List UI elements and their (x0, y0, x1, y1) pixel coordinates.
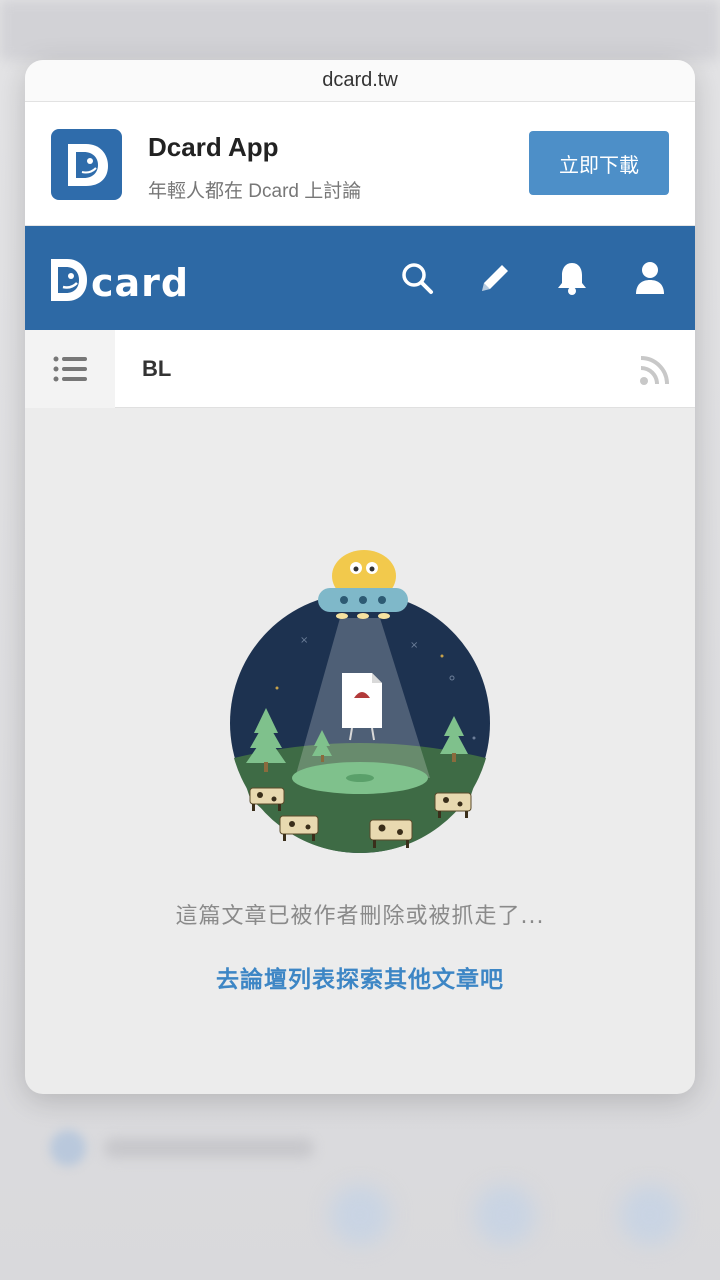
background-blur-blob (330, 1185, 390, 1245)
svg-text:×: × (300, 635, 308, 646)
background-blur-row (40, 1120, 340, 1170)
background-blur-blob (620, 1185, 680, 1245)
svg-text:×: × (410, 640, 418, 651)
app-title: Dcard App (148, 132, 279, 162)
dcard-app-icon (51, 129, 122, 200)
navbar: card (25, 226, 695, 330)
dcard-logo[interactable]: card (49, 253, 189, 303)
background-blur-dot (50, 1130, 86, 1166)
rss-icon[interactable] (639, 354, 671, 386)
content-area: × × 這篇文章已被作者刪除或被抓走了... 去論壇列表探索其他文章吧 (25, 408, 695, 1094)
app-subtitle: 年輕人都在 Dcard 上討論 (148, 181, 362, 202)
background-blur-blob (475, 1185, 535, 1245)
forum-name: BL (142, 356, 172, 381)
app-banner: Dcard App 年輕人都在 Dcard 上討論 立即下載 (25, 102, 695, 226)
ufo-abduction-illustration: × × (230, 550, 490, 854)
logo-text: card (91, 261, 190, 305)
list-menu-button[interactable] (25, 330, 115, 408)
forum-subbar: BL (25, 330, 695, 408)
pencil-icon[interactable] (475, 258, 515, 298)
deleted-message: 這篇文章已被作者刪除或被抓走了... (175, 904, 545, 929)
bell-icon[interactable] (552, 258, 592, 298)
link-preview-card[interactable]: dcard.tw Dcard App 年輕人都在 Dcard 上討論 立即下載 … (25, 60, 695, 1094)
download-button[interactable]: 立即下載 (529, 131, 669, 195)
background-blur-top (0, 0, 720, 60)
explore-forums-link[interactable]: 去論壇列表探索其他文章吧 (25, 960, 695, 994)
background-blur-bar (104, 1138, 314, 1158)
url-bar: dcard.tw (25, 60, 695, 102)
search-icon[interactable] (397, 258, 437, 298)
user-icon[interactable] (630, 258, 670, 298)
dcard-logo-mark-icon (51, 259, 87, 301)
list-menu-icon (53, 356, 87, 382)
